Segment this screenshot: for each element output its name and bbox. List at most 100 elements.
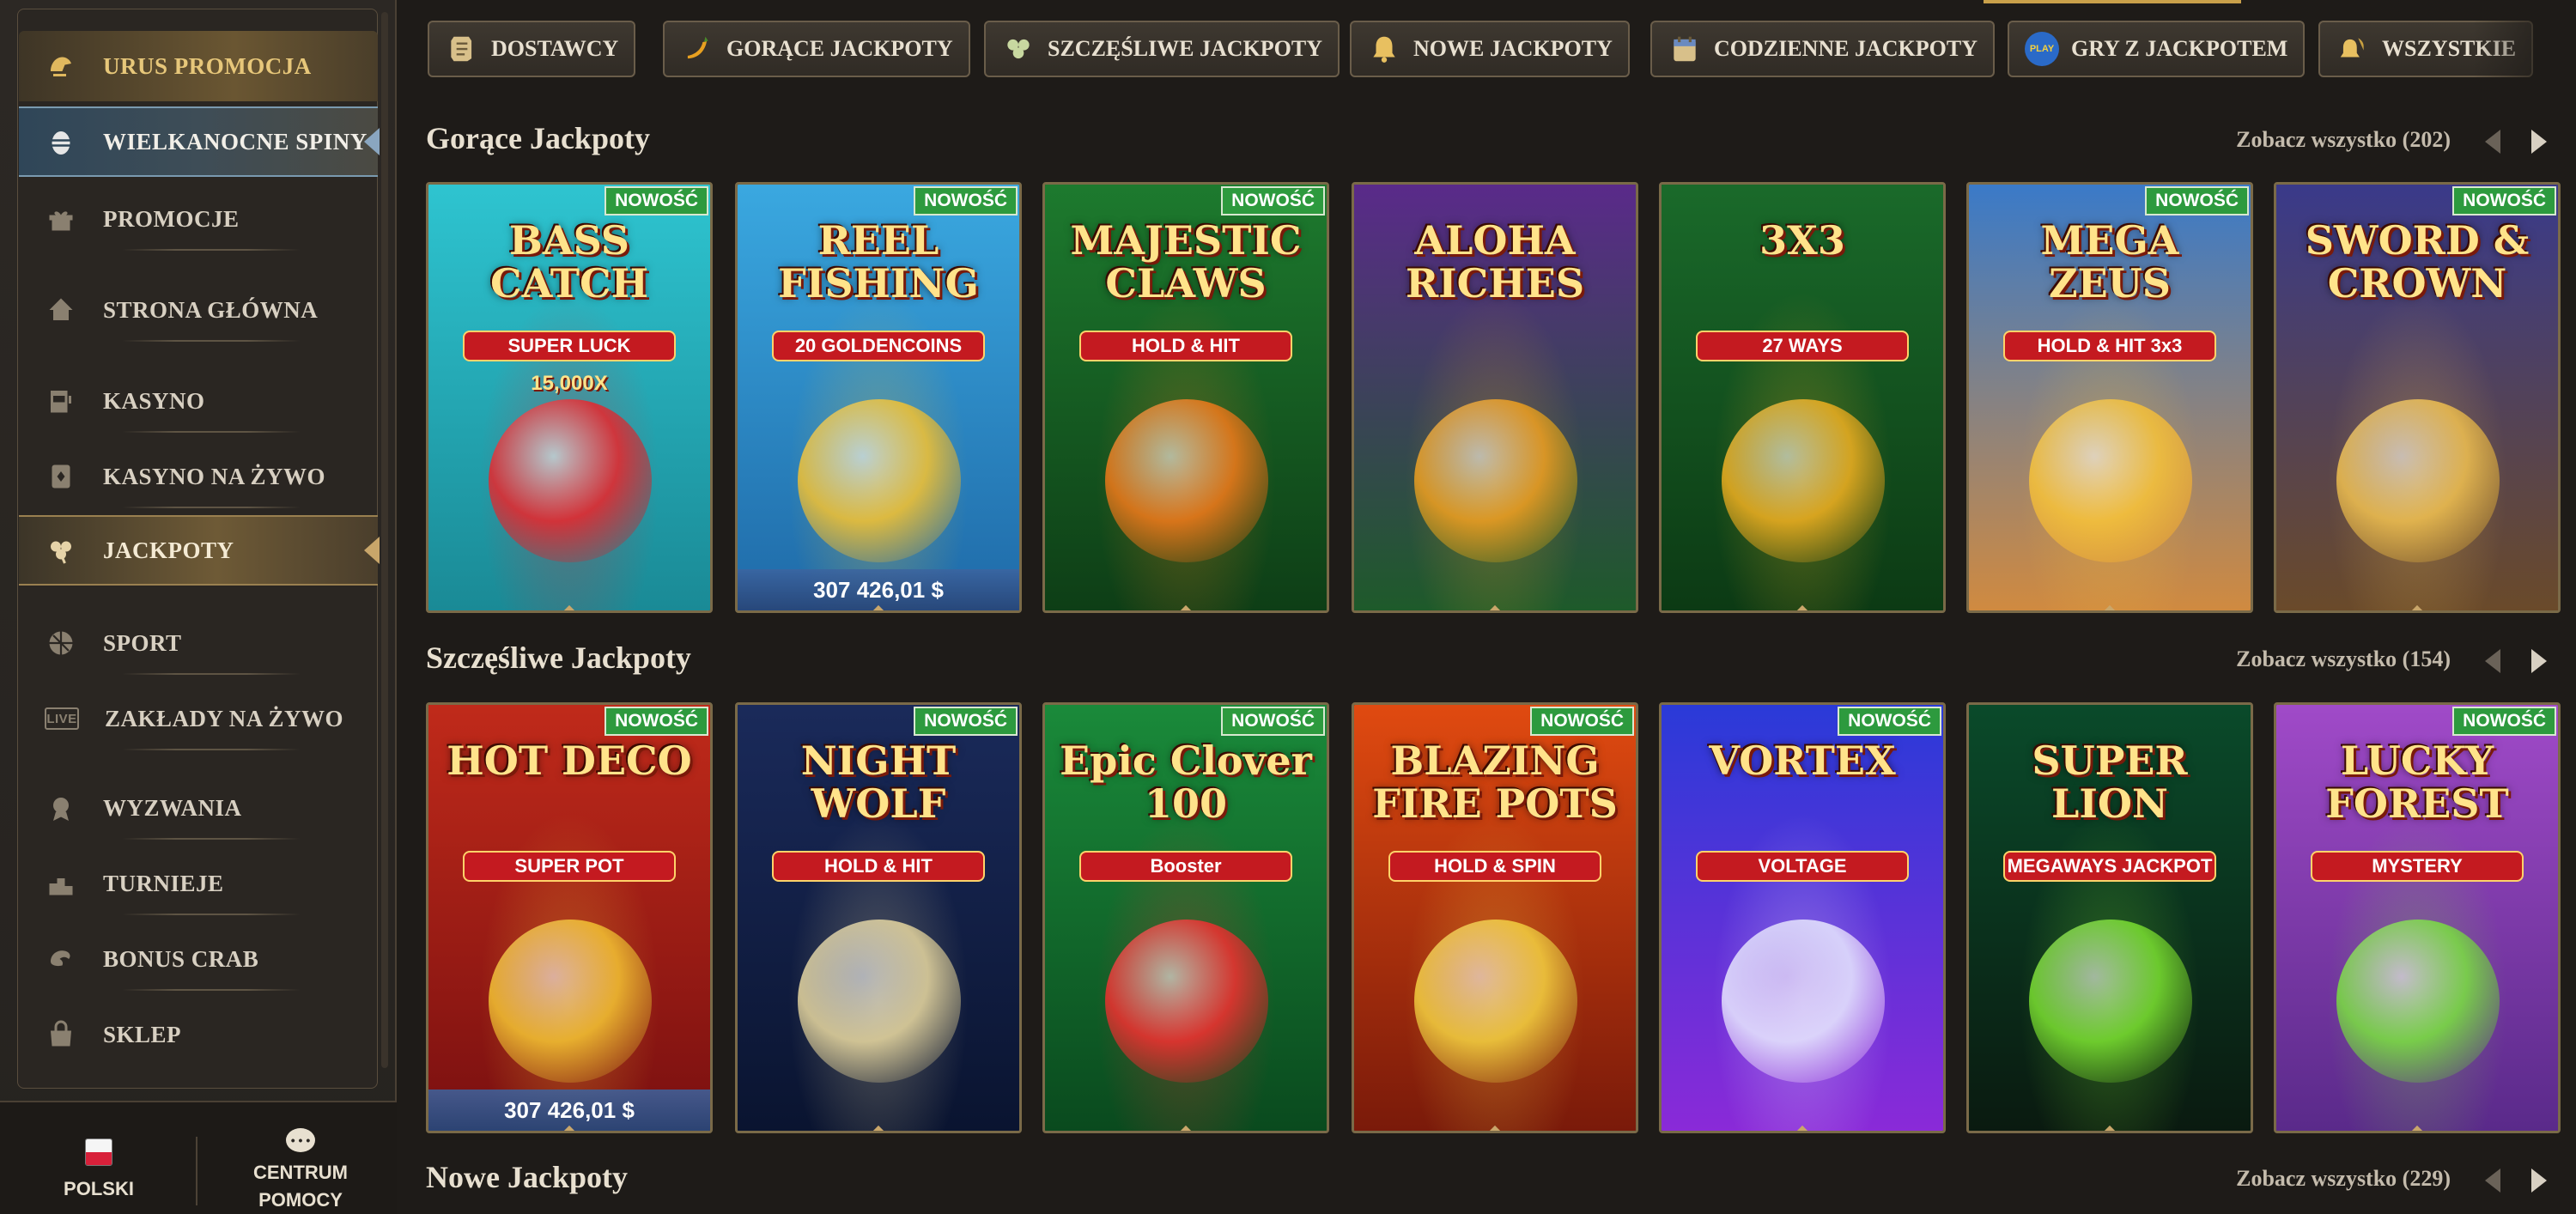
game-card[interactable]: NIGHT WOLF HOLD & HIT NOWOŚĆ	[735, 702, 1022, 1133]
game-multiplier: 15,000X	[531, 372, 608, 395]
home-icon	[45, 294, 77, 326]
game-subtitle: HOLD & HIT 3x3	[2003, 331, 2216, 361]
game-character-art	[2336, 920, 2500, 1083]
game-title: ALOHA RICHES	[1405, 217, 1585, 307]
tab-szczesliwe-jackpoty[interactable]: SZCZĘŚLIWE JACKPOTY	[984, 21, 1340, 77]
section-title: Nowe Jackpoty	[426, 1160, 628, 1194]
sidebar-item-label: SKLEP	[103, 1021, 182, 1047]
sidebar: URUS PROMOCJA WIELKANOCNE SPINY PROMOCJE…	[0, 0, 397, 1214]
see-all-link[interactable]: Zobacz wszystko (202)	[2236, 127, 2451, 153]
new-badge: NOWOŚĆ	[1530, 707, 1634, 736]
game-title: MEGA ZEUS	[2040, 217, 2179, 307]
game-character-art	[798, 920, 961, 1083]
sidebar-item-label: ZAKŁADY NA ŻYWO	[105, 705, 344, 731]
game-character-art	[1414, 399, 1577, 562]
see-all-link[interactable]: Zobacz wszystko (229)	[2236, 1166, 2451, 1192]
live-icon-text: LIVE	[46, 711, 77, 726]
game-card[interactable]: BLAZING FIRE POTS HOLD & SPIN NOWOŚĆ	[1352, 702, 1638, 1133]
tab-label: NOWE JACKPOTY	[1413, 36, 1613, 61]
sidebar-item-label: SPORT	[103, 629, 182, 656]
sidebar-item-urus-promocja[interactable]: URUS PROMOCJA	[19, 31, 378, 101]
game-title: BASS CATCH	[489, 217, 649, 307]
game-character-art	[2029, 920, 2192, 1083]
new-badge: NOWOŚĆ	[2452, 707, 2556, 736]
game-subtitle: Booster	[1079, 851, 1292, 882]
new-badge: NOWOŚĆ	[914, 707, 1018, 736]
help-center-label: CENTRUM POMOCY	[253, 1162, 348, 1211]
game-card[interactable]: REEL FISHING 20 GOLDENCOINS NOWOŚĆ 307 426,…	[735, 182, 1022, 613]
tab-gry-z-jackpotem[interactable]: PLAY GRY Z JACKPOTEM	[2008, 21, 2306, 77]
clover-icon	[45, 534, 77, 567]
game-card[interactable]: LUCKY FOREST MYSTERY NOWOŚĆ	[2274, 702, 2561, 1133]
game-subtitle: SUPER LUCK	[463, 331, 676, 361]
next-arrow-icon[interactable]	[2524, 646, 2554, 676]
sidebar-scrollbar[interactable]	[381, 12, 388, 1068]
game-subtitle: 27 WAYS	[1696, 331, 1909, 361]
sidebar-item-label: TURNIEJE	[103, 870, 224, 896]
jackpot-amount: 307 426,01 $	[428, 1090, 710, 1131]
game-character-art	[489, 399, 652, 562]
sidebar-item-label: KASYNO NA ŻYWO	[103, 463, 326, 489]
game-card[interactable]: VORTEX VOLTAGE NOWOŚĆ	[1659, 702, 1946, 1133]
tab-label: SZCZĘŚLIWE JACKPOTY	[1048, 36, 1323, 61]
next-arrow-icon[interactable]	[2524, 1166, 2554, 1195]
game-card[interactable]: Epic Clover 100 Booster NOWOŚĆ	[1042, 702, 1329, 1133]
sidebar-item-bonus-crab[interactable]: BONUS CRAB	[19, 924, 378, 994]
game-character-art	[1414, 920, 1577, 1083]
prev-arrow-icon[interactable]	[2478, 127, 2507, 156]
game-title: NIGHT WOLF	[800, 738, 957, 827]
tab-nowe-jackpoty[interactable]: NOWE JACKPOTY	[1350, 21, 1630, 77]
sidebar-item-sport[interactable]: SPORT	[19, 608, 378, 678]
game-card[interactable]: ALOHA RICHES	[1352, 182, 1638, 613]
section-title: Gorące Jackpoty	[426, 121, 650, 155]
game-card[interactable]: SUPER LION MEGAWAYS JACKPOT	[1966, 702, 2253, 1133]
jackpot-amount: 307 426,01 $	[738, 569, 1019, 610]
chat-bubble-icon	[286, 1128, 315, 1152]
poland-flag-icon	[85, 1138, 112, 1166]
game-title: MAJESTIC CLAWS	[1070, 217, 1302, 307]
prev-arrow-icon[interactable]	[2478, 1166, 2507, 1195]
tab-gorace-jackpoty[interactable]: GORĄCE JACKPOTY	[663, 21, 970, 77]
game-card[interactable]: SWORD & CROWN NOWOŚĆ	[2274, 182, 2561, 613]
sidebar-item-kasyno-na-zywo[interactable]: KASYNO NA ŻYWO	[19, 441, 378, 512]
sidebar-item-turnieje[interactable]: TURNIEJE	[19, 848, 378, 919]
game-card[interactable]: HOT DECO SUPER POT NOWOŚĆ 307 426,01 $	[426, 702, 713, 1133]
help-center-button[interactable]: CENTRUM POMOCY	[232, 1128, 369, 1214]
game-card[interactable]: BASS CATCH SUPER LUCK 15,000X NOWOŚĆ	[426, 182, 713, 613]
sidebar-item-label: PROMOCJE	[103, 205, 240, 232]
game-character-art	[798, 399, 961, 562]
tab-dostawcy[interactable]: DOSTAWCY	[428, 21, 636, 77]
game-character-art	[1722, 399, 1885, 562]
game-card[interactable]: MEGA ZEUS HOLD & HIT 3x3 NOWOŚĆ	[1966, 182, 2253, 613]
new-badge: NOWOŚĆ	[1221, 186, 1325, 215]
game-subtitle: 20 GOLDENCOINS	[772, 331, 985, 361]
bell-stack-icon	[2336, 32, 2370, 66]
sidebar-item-wielkanocne-spiny[interactable]: WIELKANOCNE SPINY	[19, 106, 380, 177]
tab-label: DOSTAWCY	[491, 36, 619, 61]
next-arrow-icon[interactable]	[2524, 127, 2554, 156]
sidebar-item-zaklady-na-zywo[interactable]: LIVE ZAKŁADY NA ŻYWO	[19, 683, 378, 754]
game-card[interactable]: MAJESTIC CLAWS HOLD & HIT NOWOŚĆ	[1042, 182, 1329, 613]
sidebar-item-label: URUS PROMOCJA	[103, 52, 312, 79]
sidebar-item-wyzwania[interactable]: WYZWANIA	[19, 773, 378, 843]
game-title: HOT DECO	[447, 738, 692, 784]
sidebar-item-jackpoty[interactable]: JACKPOTY	[19, 515, 380, 586]
prev-arrow-icon[interactable]	[2478, 646, 2507, 676]
sidebar-item-sklep[interactable]: SKLEP	[19, 999, 378, 1070]
game-title: SWORD & CROWN	[2305, 217, 2530, 307]
sidebar-item-promocje[interactable]: PROMOCJE	[19, 184, 378, 254]
language-label: POLSKI	[64, 1178, 134, 1199]
active-indicator	[364, 128, 380, 155]
new-badge: NOWOŚĆ	[2452, 186, 2556, 215]
see-all-link[interactable]: Zobacz wszystko (154)	[2236, 646, 2451, 672]
tab-codzienne-jackpoty[interactable]: CODZIENNE JACKPOTY	[1650, 21, 1995, 77]
language-selector[interactable]: POLSKI	[52, 1138, 146, 1200]
game-character-art	[489, 920, 652, 1083]
game-character-art	[1722, 920, 1885, 1083]
slot-machine-icon	[45, 385, 77, 417]
game-card[interactable]: 3X3 27 WAYS	[1659, 182, 1946, 613]
bell-icon	[1367, 32, 1401, 66]
sidebar-item-label: BONUS CRAB	[103, 945, 259, 972]
sidebar-item-strona-glowna[interactable]: STRONA GŁÓWNA	[19, 275, 378, 345]
sidebar-item-kasyno[interactable]: KASYNO	[19, 366, 378, 436]
